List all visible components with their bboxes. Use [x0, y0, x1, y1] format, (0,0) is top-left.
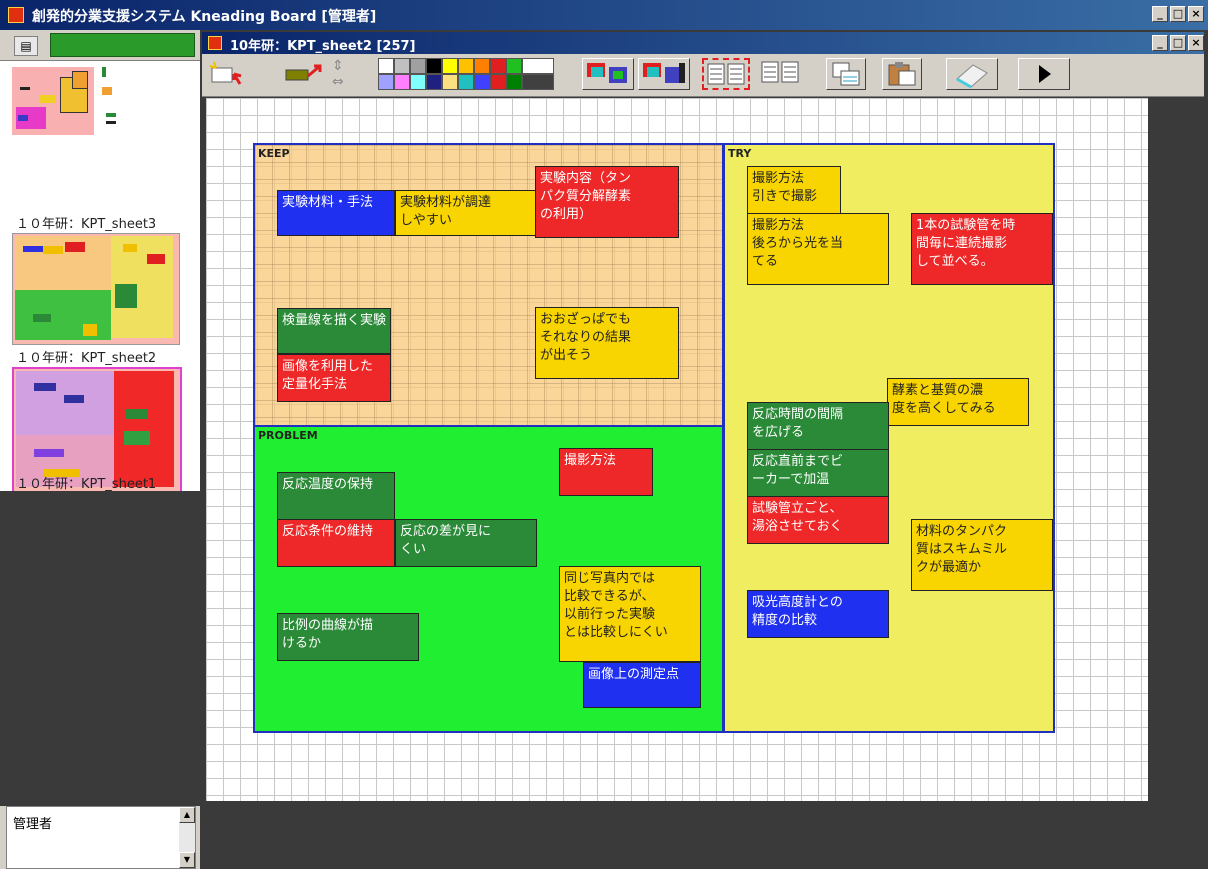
- stack-icon[interactable]: [826, 58, 866, 90]
- user-list-scrollbar[interactable]: ▲ ▼: [179, 807, 195, 868]
- card[interactable]: 比例の曲線が描 けるか: [277, 613, 419, 661]
- sheet-window-controls: _ □ ×: [1152, 35, 1204, 51]
- card[interactable]: 材料のタンパク 質はスキムミル クが最適か: [911, 519, 1053, 591]
- card[interactable]: 反応温度の保持: [277, 472, 395, 520]
- card[interactable]: 吸光高度計との 精度の比較: [747, 590, 889, 638]
- sheet-window: 10年研：KPT_sheet2 [257] _ □ × ⇕ ⇔ KEEP TRY…: [200, 30, 1208, 869]
- sheet-label-1[interactable]: １０年研：KPT_sheet1: [16, 473, 156, 492]
- keep-label: KEEP: [258, 147, 290, 160]
- view-b-icon[interactable]: [758, 58, 806, 90]
- sheet-maximize-button[interactable]: □: [1170, 35, 1186, 51]
- card[interactable]: 実験材料・手法: [277, 190, 395, 236]
- color-palette[interactable]: [378, 58, 554, 90]
- line-tool-icon[interactable]: [284, 58, 324, 90]
- app-window-controls: _ □ ×: [1152, 6, 1204, 22]
- navigator-toolbar: ▤: [0, 30, 200, 61]
- card[interactable]: 撮影方法 引きで撮影: [747, 166, 841, 214]
- try-label: TRY: [728, 147, 752, 160]
- card[interactable]: 反応直前までビ ーカーで加温: [747, 449, 889, 497]
- card[interactable]: 反応条件の維持: [277, 519, 395, 567]
- app-title-bar[interactable]: 創発的分業支援システム Kneading Board [管理者] _ □ ×: [0, 0, 1208, 30]
- problem-label: PROBLEM: [258, 429, 318, 442]
- maximize-button[interactable]: □: [1170, 6, 1186, 22]
- card[interactable]: 実験内容（タン パク質分解酵素 の利用）: [535, 166, 679, 238]
- card[interactable]: 画像上の測定点: [583, 662, 701, 708]
- user-list[interactable]: 管理者 ▲ ▼: [6, 806, 196, 869]
- navigator-empty-area: [0, 491, 200, 806]
- play-icon[interactable]: [1018, 58, 1070, 90]
- user-name: 管理者: [13, 817, 53, 832]
- card[interactable]: 撮影方法 後ろから光を当 てる: [747, 213, 889, 285]
- scroll-down-icon[interactable]: ▼: [179, 852, 195, 868]
- sheet-navigator-panel: ▤ １０年研：KPT_sheet3 １０年研：KPT_sheet2 １０年研：K…: [0, 30, 200, 869]
- close-button[interactable]: ×: [1188, 6, 1204, 22]
- sheet-label-3[interactable]: １０年研：KPT_sheet3: [16, 213, 156, 232]
- card[interactable]: 実験材料が調達 しやすい: [395, 190, 537, 236]
- card[interactable]: 1本の試験管を時 間毎に連続撮影 して並べる。: [911, 213, 1053, 285]
- clipboard-icon[interactable]: [882, 58, 922, 90]
- overview-thumbnail-extra: [98, 67, 126, 127]
- card[interactable]: 酵素と基質の濃 度を高くしてみる: [887, 378, 1029, 426]
- overview-thumbnail[interactable]: [12, 67, 94, 135]
- sheet-label-2[interactable]: １０年研：KPT_sheet2: [16, 347, 156, 366]
- card[interactable]: 試験管立ごと、 湯浴させておく: [747, 496, 889, 544]
- card[interactable]: 反応時間の間隔 を広げる: [747, 402, 889, 450]
- sheet-window-title: 10年研：KPT_sheet2 [257]: [230, 39, 416, 54]
- card[interactable]: 同じ写真内では 比較できるが、 以前行った実験 とは比較しにくい: [559, 566, 701, 662]
- eraser-icon[interactable]: [946, 58, 998, 90]
- new-card-icon[interactable]: [208, 58, 242, 90]
- card[interactable]: 画像を利用した 定量化手法: [277, 354, 391, 402]
- app-title: 創発的分業支援システム Kneading Board [管理者]: [32, 9, 377, 25]
- minimize-button[interactable]: _: [1152, 6, 1168, 22]
- sheet-thumbnail-3[interactable]: [12, 233, 180, 345]
- kpt-canvas[interactable]: KEEP TRY PROBLEM 実験材料・手法 実験材料が調達 しやすい 実験…: [206, 98, 1148, 801]
- navigator-status-bar: [50, 33, 195, 57]
- card[interactable]: 撮影方法: [559, 448, 653, 496]
- scroll-up-icon[interactable]: ▲: [179, 807, 195, 823]
- move-icon[interactable]: ⇕ ⇔: [332, 58, 356, 90]
- sheets-icon[interactable]: ▤: [14, 36, 38, 56]
- sheet-list: １０年研：KPT_sheet3 １０年研：KPT_sheet2 １０年研：KPT…: [0, 61, 200, 495]
- card[interactable]: 反応の差が見に くい: [395, 519, 537, 567]
- layout-b-icon[interactable]: [638, 58, 690, 90]
- app-icon: [8, 7, 24, 23]
- view-a-icon[interactable]: [702, 58, 750, 90]
- sheet-window-icon: [208, 36, 222, 50]
- card[interactable]: 検量線を描く実験: [277, 308, 391, 354]
- card[interactable]: おおざっぱでも それなりの結果 が出そう: [535, 307, 679, 379]
- sheet-minimize-button[interactable]: _: [1152, 35, 1168, 51]
- toolbar: ⇕ ⇔: [202, 54, 1204, 97]
- layout-a-icon[interactable]: [582, 58, 634, 90]
- sheet-window-title-bar[interactable]: 10年研：KPT_sheet2 [257] _ □ ×: [202, 32, 1204, 54]
- sheet-close-button[interactable]: ×: [1188, 35, 1204, 51]
